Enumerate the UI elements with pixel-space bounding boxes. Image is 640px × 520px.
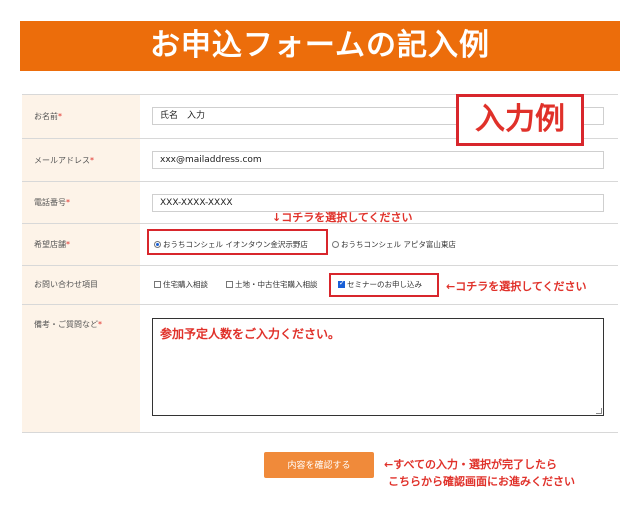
store-hint: ↓コチラを選択してください [272, 211, 413, 224]
inquiry-option-land[interactable]: 土地・中古住宅購入相談 [226, 279, 318, 290]
resize-grip-icon[interactable] [596, 408, 602, 414]
notes-label: 備考・ご質問など* [22, 305, 140, 432]
confirm-button[interactable]: 内容を確認する [264, 452, 374, 478]
notes-textarea[interactable]: 参加予定人数をご入力ください。 [152, 318, 604, 416]
page-title: お申込フォームの記入例 [149, 28, 491, 63]
seminar-highlight-box [329, 273, 439, 297]
store-label: 希望店舗* [22, 224, 140, 265]
inquiry-hint: ←コチラを選択してください [446, 280, 587, 293]
page-title-banner: お申込フォームの記入例 [20, 21, 620, 71]
submit-hint-line2: こちらから確認画面にお進みください [388, 475, 575, 488]
email-input[interactable]: xxx@mailaddress.com [152, 151, 604, 169]
phone-label: 電話番号* [22, 182, 140, 223]
submit-hint-line1: ←すべての入力・選択が完了したら [384, 458, 558, 471]
inquiry-option-house[interactable]: 住宅購入相談 [154, 279, 208, 290]
checkbox-empty-icon [154, 281, 161, 288]
store-option-toyama[interactable]: おうちコンシェル アピタ富山東店 [332, 239, 456, 250]
name-label: お名前* [22, 95, 140, 138]
radio-empty-icon [332, 241, 339, 248]
email-label: メールアドレス* [22, 139, 140, 181]
example-badge: 入力例 [456, 94, 584, 146]
row-notes: 備考・ご質問など* 参加予定人数をご入力ください。 [22, 305, 618, 433]
inquiry-label: お問い合わせ項目 [22, 266, 140, 304]
store-highlight-box [147, 229, 328, 255]
checkbox-empty-icon [226, 281, 233, 288]
